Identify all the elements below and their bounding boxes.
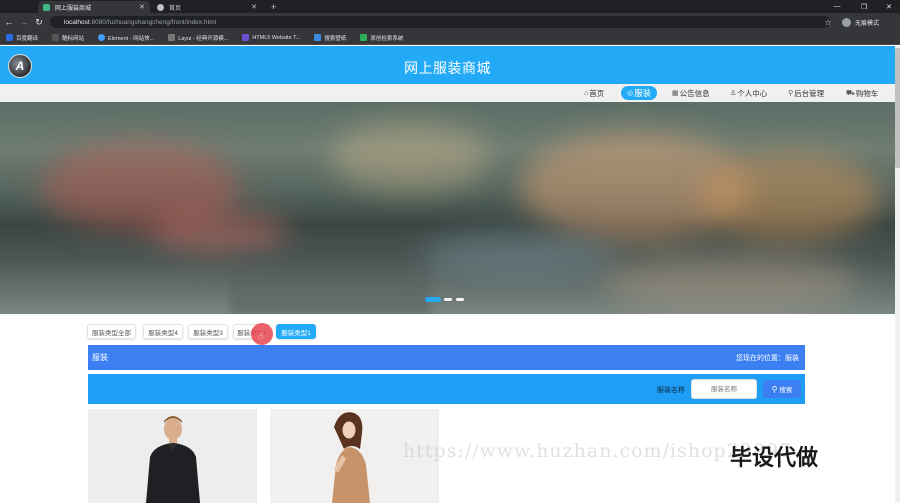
globe-favicon-icon <box>157 3 164 11</box>
bookmark-item[interactable]: Layui - 经典开源模... <box>168 34 228 42</box>
bookmark-icon <box>98 34 106 41</box>
search-bar: 服装名称 ⚲搜索 <box>88 374 805 404</box>
nav-label: 公告信息 <box>679 88 710 98</box>
category-tab-3[interactable]: 服装类型3 <box>188 324 228 339</box>
section-header: 服装 您现在的位置：服装 <box>88 345 805 370</box>
forward-arrow-icon[interactable]: → <box>18 16 30 28</box>
nav-item-home[interactable]: ⌂ 首页 <box>581 86 607 100</box>
close-icon[interactable]: ✕ <box>139 3 145 11</box>
banner-carousel[interactable] <box>0 102 895 314</box>
main-nav: ⌂ 首页 ◎ 服装 ▦ 公告信息 ♙ 个人中心 ⚲ 后台管理 ⛟ 购物车 <box>0 84 895 102</box>
nav-label: 购物车 <box>855 88 879 98</box>
bookmarks-bar: 百度翻译 酷标网站 Element - 网站快... Layui - 经典开源模… <box>0 31 900 45</box>
search-input[interactable] <box>691 379 757 399</box>
nav-label: 服装 <box>634 88 652 98</box>
cart-icon: ⛟ <box>846 89 855 97</box>
carousel-dot[interactable] <box>443 297 453 302</box>
bookmark-label: 酷标网站 <box>62 35 85 42</box>
bookmark-item[interactable]: 搜索壁纸 <box>314 34 346 42</box>
bookmark-item[interactable]: Element - 网站快... <box>98 34 154 42</box>
category-tab-4[interactable]: 服装类型4 <box>143 324 183 339</box>
bookmark-label: 百度翻译 <box>16 35 39 42</box>
minimize-icon[interactable]: — <box>828 0 846 13</box>
maximize-icon[interactable]: ❐ <box>855 0 873 13</box>
url-field[interactable]: localhost:8080/fuzhuangshangcheng/front/… <box>50 16 830 28</box>
search-label: 服装名称 <box>657 387 685 394</box>
notice-icon: ▦ <box>672 90 679 97</box>
nav-item-cart[interactable]: ⛟ 购物车 <box>843 86 881 100</box>
hand-cursor-icon: ☝ <box>258 331 264 341</box>
close-icon[interactable]: ✕ <box>251 3 257 11</box>
nav-label: 个人中心 <box>737 88 768 98</box>
profile-button[interactable]: 无痕模式 <box>842 16 879 28</box>
nav-item-admin[interactable]: ⚲ 后台管理 <box>785 86 827 100</box>
nav-label: 后台管理 <box>794 88 825 98</box>
browser-tab-strip: 网上服装商城 ✕ 首页 ✕ + — ❐ ✕ <box>0 0 900 13</box>
search-button-label: 搜索 <box>779 387 793 394</box>
window-close-icon[interactable]: ✕ <box>880 0 898 13</box>
bookmark-icon <box>6 34 13 41</box>
bookmark-label: HTML5 Website T... <box>252 34 301 41</box>
bookmark-label: Element - 网站快... <box>108 35 155 42</box>
bookmark-icon <box>242 34 250 41</box>
banner-road <box>230 252 430 314</box>
tab-active[interactable]: 网上服装商城 ✕ <box>38 1 150 13</box>
bookmark-star-icon[interactable]: ☆ <box>822 16 834 28</box>
product-card[interactable] <box>88 409 257 503</box>
address-toolbar: ← → ↻ localhost:8080/fuzhuangshangcheng/… <box>0 13 900 31</box>
vue-favicon-icon <box>43 3 50 11</box>
bookmark-icon <box>52 34 60 41</box>
user-icon: ♙ <box>730 90 737 97</box>
product-image-man <box>88 409 257 503</box>
nav-label: 首页 <box>589 88 605 98</box>
carousel-dot[interactable] <box>455 297 465 302</box>
bookmark-label: 搜索壁纸 <box>324 35 347 42</box>
url-path: :8080/fuzhuangshangcheng/front/index.htm… <box>89 18 217 26</box>
page-scrollbar-thumb[interactable] <box>895 48 900 168</box>
link-icon: ⚲ <box>788 90 794 97</box>
nav-item-notices[interactable]: ▦ 公告信息 <box>669 86 713 100</box>
shirt-icon: ◎ <box>627 90 634 97</box>
incognito-icon <box>842 17 851 27</box>
search-button[interactable]: ⚲ 搜索 <box>763 380 801 398</box>
breadcrumb: 您现在的位置：服装 <box>736 355 799 362</box>
site-header: A 网上服装商城 <box>0 46 895 84</box>
back-arrow-icon[interactable]: ← <box>3 16 15 28</box>
tab-title: 网上服装商城 <box>55 5 92 12</box>
nav-item-clothing[interactable]: ◎ 服装 <box>621 86 658 100</box>
nav-item-profile[interactable]: ♙ 个人中心 <box>727 86 770 100</box>
section-title: 服装 <box>92 353 108 362</box>
reload-icon[interactable]: ↻ <box>33 16 45 28</box>
bookmark-item[interactable]: 酷标网站 <box>52 34 84 42</box>
bookmark-label: 原创检索系统 <box>370 35 404 42</box>
tab-inactive[interactable]: 首页 ✕ <box>152 1 262 13</box>
search-icon: ⚲ <box>771 384 778 394</box>
bookmark-item[interactable]: HTML5 Website T... <box>242 34 300 41</box>
tab-search-icon[interactable] <box>2 1 16 13</box>
profile-label: 无痕模式 <box>855 20 880 27</box>
tab-title: 首页 <box>169 5 182 12</box>
bookmark-item[interactable]: 百度翻译 <box>6 34 38 42</box>
bookmark-item[interactable]: 原创检索系统 <box>360 34 403 42</box>
url-host: localhost <box>64 18 90 26</box>
category-tab-1[interactable]: 服装类型1 <box>276 324 316 339</box>
bookmark-label: Layui - 经典开源模... <box>178 35 229 42</box>
category-tab-all[interactable]: 服装类型全部 <box>87 324 136 339</box>
bookmark-icon <box>168 34 176 41</box>
home-icon: ⌂ <box>584 89 589 97</box>
site-title: 网上服装商城 <box>404 60 491 76</box>
watermark-text: 毕设代做 <box>730 446 819 471</box>
tab-green-icon[interactable] <box>20 1 34 13</box>
carousel-indicators <box>425 297 465 302</box>
new-tab-button[interactable]: + <box>266 1 280 13</box>
carousel-dot[interactable] <box>425 297 441 302</box>
bookmark-icon <box>314 34 322 41</box>
bookmark-icon <box>360 34 368 41</box>
